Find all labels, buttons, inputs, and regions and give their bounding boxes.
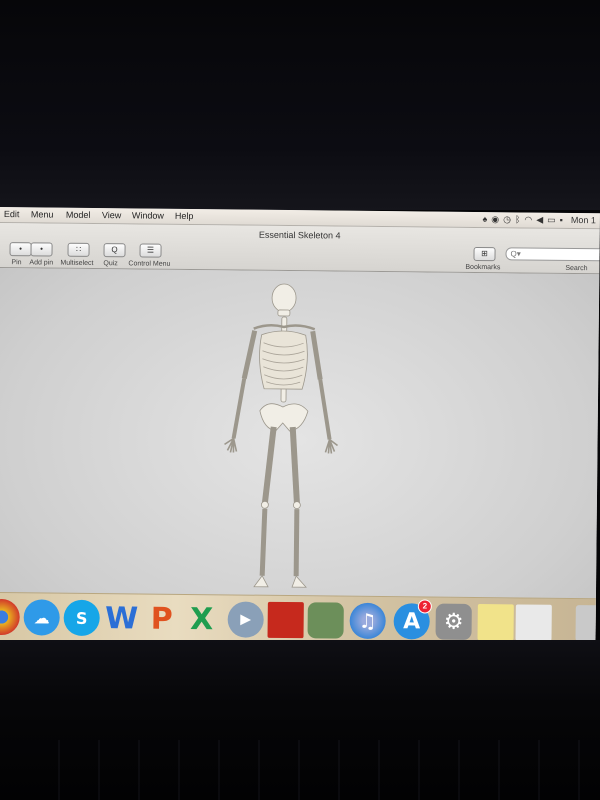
app-store-icon[interactable]: A 2: [393, 599, 432, 640]
pin-button[interactable]: •: [9, 242, 32, 257]
control-menu-icon: ☰: [146, 245, 155, 255]
left-forearm[interactable]: [231, 378, 247, 439]
search-label: Search: [565, 264, 588, 273]
right-hand[interactable]: [324, 438, 339, 454]
multiselect-label: Multiselect: [60, 259, 94, 267]
jaw[interactable]: [277, 309, 291, 317]
menu-clock[interactable]: Mon 1: [571, 215, 596, 225]
toolbar: Essential Skeleton 4 • • ∷ Q ☰ Pin Add p…: [0, 222, 600, 275]
system-preferences-icon[interactable]: ⚙: [435, 603, 472, 640]
quiz-label: Quiz: [103, 260, 118, 268]
add-pin-icon: •: [40, 244, 44, 254]
chrome-icon[interactable]: [0, 598, 20, 636]
left-tibia[interactable]: [259, 508, 268, 576]
skype-icon[interactable]: S: [63, 599, 100, 637]
window-title: Essential Skeleton 4: [258, 229, 341, 241]
right-forearm[interactable]: [318, 379, 332, 440]
bookmarks-button[interactable]: ⊞: [473, 246, 496, 262]
right-tibia[interactable]: [293, 509, 300, 577]
menu-help[interactable]: Help: [175, 211, 194, 221]
battery-icon[interactable]: ▭: [547, 215, 560, 226]
wifi-icon[interactable]: ◠: [524, 214, 536, 225]
status-icons: ♠◉◷ᛒ◠◀▭▪ Mon 1: [482, 214, 596, 226]
multiselect-button[interactable]: ∷: [67, 242, 90, 257]
clock-icon[interactable]: ◷: [503, 214, 515, 225]
add-pin-label: Add pin: [29, 259, 54, 267]
pelvis[interactable]: [259, 403, 309, 432]
excel-icon[interactable]: X: [184, 601, 220, 637]
menu-model[interactable]: Model: [66, 210, 91, 220]
left-kneecap[interactable]: [260, 500, 269, 509]
skeleton-model[interactable]: [0, 268, 599, 604]
app-store-glyph: A: [403, 608, 421, 634]
screen: Edit Menu Model View Window Help ♠◉◷ᛒ◠◀▭…: [0, 207, 600, 650]
right-kneecap[interactable]: [292, 501, 301, 510]
laptop-bezel-top: [0, 0, 600, 210]
bookmarks-label: Bookmarks: [465, 263, 501, 272]
left-femur[interactable]: [261, 426, 277, 504]
quiz-icon: Q: [111, 245, 118, 255]
right-humerus[interactable]: [310, 330, 323, 380]
menu-view[interactable]: View: [102, 210, 121, 220]
control-menu-button[interactable]: ☰: [139, 243, 162, 258]
keyboard: [20, 740, 580, 800]
facetime-icon[interactable]: ▶: [227, 601, 264, 638]
control-menu-label: Control Menu: [128, 260, 171, 268]
essential-skeleton-icon[interactable]: [515, 604, 552, 641]
app-store-badge: 2: [417, 599, 432, 614]
book-icon: ⊞: [481, 249, 488, 259]
right-femur[interactable]: [289, 426, 300, 504]
menu-edit[interactable]: Edit: [4, 209, 20, 219]
volume-icon[interactable]: ◀: [536, 215, 547, 226]
powerpoint-icon[interactable]: P: [144, 601, 180, 637]
eye-icon[interactable]: ◉: [491, 214, 503, 225]
search-input[interactable]: Q▾: [505, 247, 600, 262]
trash-icon[interactable]: [575, 605, 600, 642]
bluetooth-icon[interactable]: ᛒ: [515, 214, 525, 224]
photo-booth-icon[interactable]: [267, 601, 304, 639]
menu-menu[interactable]: Menu: [31, 209, 54, 219]
pin-label: Pin: [11, 259, 22, 267]
multiselect-icon: ∷: [75, 244, 82, 254]
right-foot[interactable]: [291, 575, 307, 588]
stickies-icon[interactable]: [477, 604, 514, 641]
dock: ☁ S W P X ▶ ♫ A 2 ⚙: [0, 591, 600, 648]
menu-window[interactable]: Window: [132, 210, 164, 220]
preview-icon[interactable]: [307, 602, 344, 639]
itunes-icon[interactable]: ♫: [349, 602, 386, 640]
left-foot[interactable]: [253, 575, 269, 588]
add-pin-button[interactable]: •: [30, 242, 53, 257]
word-icon[interactable]: W: [104, 600, 140, 636]
pin-icon: •: [19, 244, 23, 254]
quiz-button[interactable]: Q: [103, 243, 126, 258]
bell-icon[interactable]: ♠: [482, 214, 491, 224]
left-humerus[interactable]: [241, 330, 258, 380]
flag-icon[interactable]: ▪: [560, 215, 567, 225]
skull[interactable]: [271, 283, 297, 313]
left-hand[interactable]: [224, 437, 238, 453]
messages-icon[interactable]: ☁: [23, 599, 60, 636]
